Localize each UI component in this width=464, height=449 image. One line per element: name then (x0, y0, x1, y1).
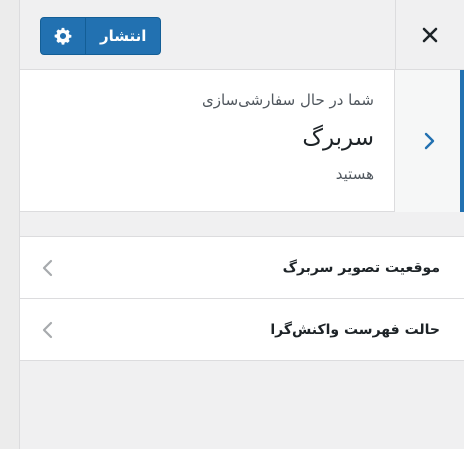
close-button[interactable] (395, 0, 464, 70)
section-item-responsive-menu-mode[interactable]: حالت فهرست واکنش‌گرا (20, 299, 464, 361)
section-item-label: موقعیت تصویر سربرگ (282, 260, 440, 276)
publish-settings-button[interactable] (40, 17, 86, 55)
back-button[interactable] (394, 70, 464, 212)
chevron-left-icon (42, 321, 53, 339)
chevron-left-icon (42, 259, 53, 277)
section-item-label: حالت فهرست واکنش‌گرا (270, 322, 440, 338)
customizing-suffix: هستید (335, 165, 374, 183)
section-title: سربرگ (302, 125, 374, 151)
left-gutter (0, 0, 20, 449)
section-info-panel: شما در حال سفارشی‌سازی سربرگ هستید (20, 70, 464, 212)
section-list: موقعیت تصویر سربرگ حالت فهرست واکنش‌گرا (20, 236, 464, 361)
section-item-header-image-position[interactable]: موقعیت تصویر سربرگ (20, 237, 464, 299)
customizing-label: شما در حال سفارشی‌سازی (202, 91, 374, 109)
section-description: شما در حال سفارشی‌سازی سربرگ هستید (114, 90, 374, 184)
close-icon (422, 27, 438, 43)
publish-button[interactable]: انتشار (85, 17, 162, 55)
customizer-sidebar: انتشار شما در حال سفارشی‌سازی سربرگ هستی… (0, 0, 464, 449)
customizer-header: انتشار (20, 0, 464, 70)
chevron-right-icon (424, 132, 434, 150)
gear-icon (54, 27, 72, 45)
publish-button-group: انتشار (40, 17, 162, 55)
